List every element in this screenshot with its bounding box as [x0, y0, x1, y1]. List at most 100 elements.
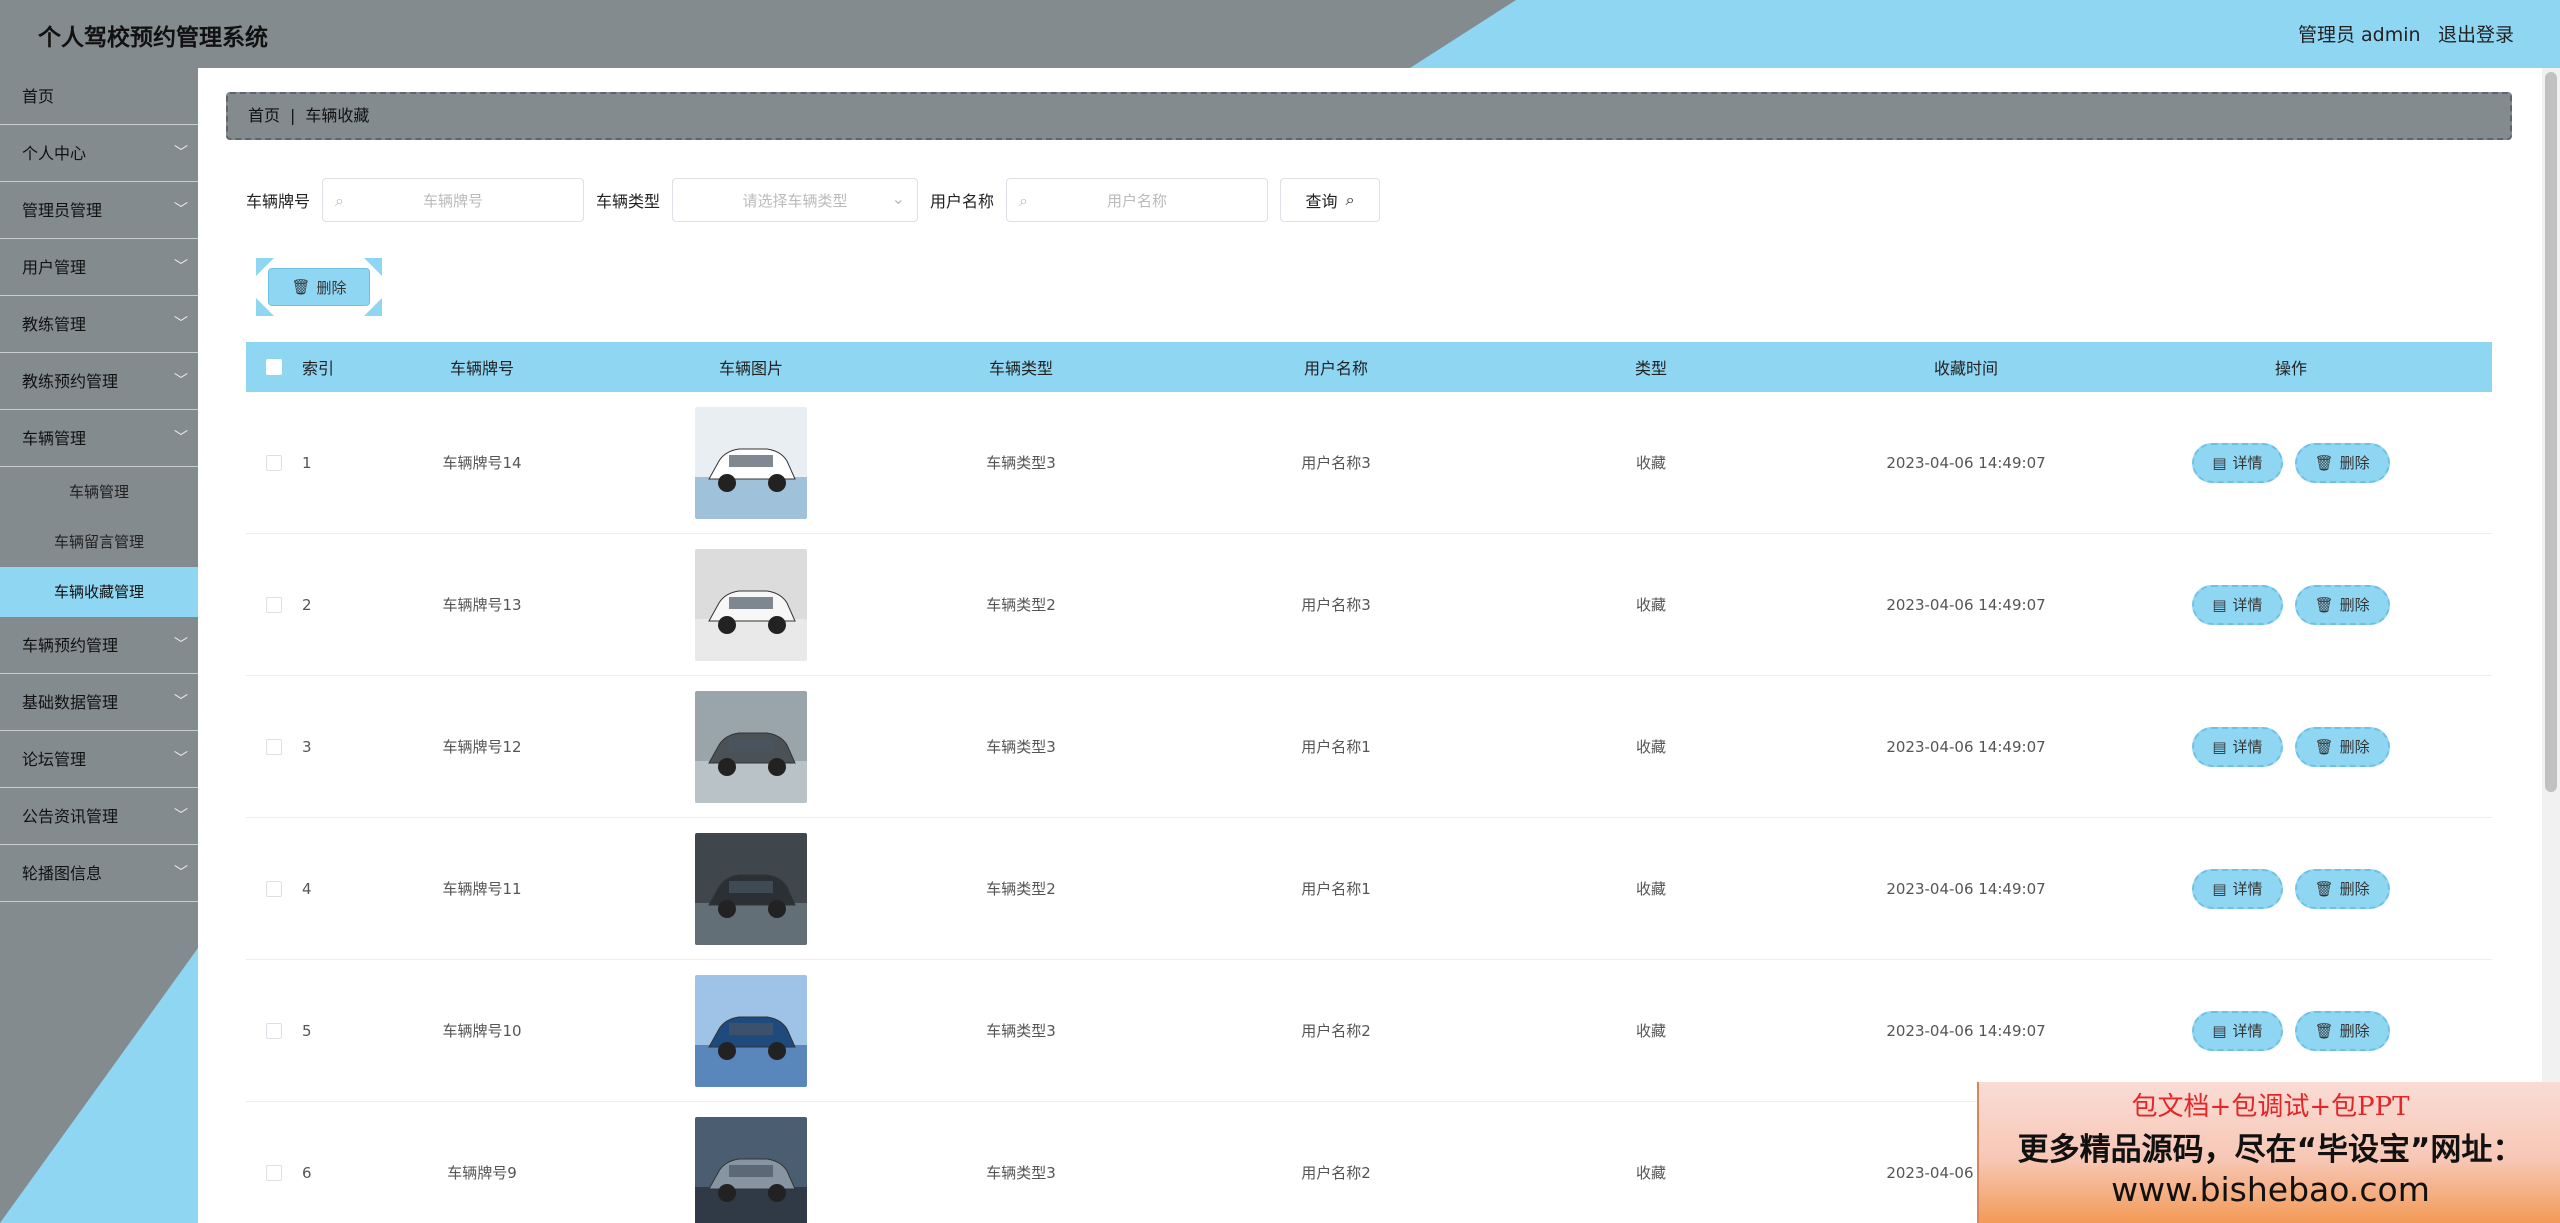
- chevron-down-icon: ﹀: [174, 316, 188, 332]
- row-checkbox[interactable]: [266, 1022, 282, 1039]
- type-select[interactable]: 请选择车辆类型 ⌄: [672, 178, 919, 222]
- row-checkbox[interactable]: [266, 454, 282, 471]
- chevron-down-icon: ﹀: [174, 373, 188, 389]
- trash-icon: 🗑: [291, 278, 311, 296]
- row-user: 用户名称3: [1301, 454, 1371, 472]
- delete-button[interactable]: 🗑删除: [2294, 1010, 2390, 1051]
- query-button[interactable]: 查询 ⌕: [1280, 178, 1381, 222]
- row-kind: 收藏: [1635, 1164, 1666, 1182]
- trash-icon: 🗑: [2314, 453, 2334, 472]
- sidebar-item-3[interactable]: 用户管理 ﹀: [0, 239, 198, 296]
- row-type: 车辆类型3: [986, 1164, 1056, 1182]
- col-kind: 类型: [1634, 359, 1667, 378]
- row-plate: 车辆牌号11: [442, 880, 522, 898]
- logout-link[interactable]: 退出登录: [2438, 20, 2514, 47]
- promo-line-2: 更多精品源码，尽在“毕设宝”网址：: [2017, 1132, 2524, 1168]
- row-time: 2023-04-06 14:49:07: [1886, 453, 2046, 472]
- car-thumbnail[interactable]: [695, 548, 807, 661]
- row-kind: 收藏: [1635, 596, 1666, 614]
- breadcrumb-home[interactable]: 首页: [248, 106, 280, 125]
- sidebar-subitem-1[interactable]: 车辆留言管理: [0, 517, 198, 567]
- sidebar-item-after-0[interactable]: 车辆预约管理 ﹀: [0, 617, 198, 674]
- row-kind: 收藏: [1635, 738, 1666, 756]
- row-plate: 车辆牌号10: [442, 1022, 522, 1040]
- sidebar-subitem-0[interactable]: 车辆管理: [0, 467, 198, 517]
- car-thumbnail[interactable]: [695, 1116, 807, 1223]
- row-plate: 车辆牌号9: [447, 1164, 517, 1182]
- table-header: 索引 车辆牌号 车辆图片 车辆类型 用户名称 类型 收藏时间 操作: [246, 342, 2492, 392]
- car-thumbnail[interactable]: [695, 832, 807, 945]
- sidebar-item-after-3[interactable]: 公告资讯管理 ﹀: [0, 788, 198, 845]
- document-icon: ▤: [2212, 453, 2227, 472]
- user-search-input[interactable]: ⌕ 用户名称: [1006, 178, 1269, 222]
- chevron-down-icon: ﹀: [174, 202, 188, 218]
- sidebar-item-after-2[interactable]: 论坛管理 ﹀: [0, 731, 198, 788]
- row-user: 用户名称2: [1301, 1164, 1371, 1182]
- row-time: 2023-04-06 14:49:07: [1886, 1021, 2046, 1040]
- sidebar-subitem-2[interactable]: 车辆收藏管理: [0, 567, 198, 617]
- batch-delete-button[interactable]: 🗑 删除: [268, 268, 370, 306]
- sidebar-item-5[interactable]: 教练预约管理 ﹀: [0, 353, 198, 410]
- detail-button[interactable]: ▤详情: [2192, 1010, 2283, 1051]
- delete-button[interactable]: 🗑删除: [2294, 868, 2390, 909]
- detail-button[interactable]: ▤详情: [2192, 584, 2283, 625]
- sidebar-item-after-4[interactable]: 轮播图信息 ﹀: [0, 845, 198, 902]
- sidebar-decoration: [0, 948, 198, 1223]
- sidebar-item-6[interactable]: 车辆管理 ﹀: [0, 410, 198, 467]
- car-thumbnail[interactable]: [695, 974, 807, 1087]
- row-index: 5: [302, 1021, 312, 1040]
- chevron-down-icon: ﹀: [174, 694, 188, 710]
- row-kind: 收藏: [1635, 880, 1666, 898]
- table-row: 5 车辆牌号10 车辆类型3 用户名称2 收藏 2023-04-06 14:49:07 ▤ 详…: [246, 960, 2492, 1102]
- chevron-down-icon: ﹀: [174, 751, 188, 767]
- row-index: 1: [302, 453, 312, 472]
- row-type: 车辆类型2: [986, 880, 1056, 898]
- sidebar-item-1[interactable]: 个人中心 ﹀: [0, 125, 198, 182]
- document-icon: ▤: [2212, 737, 2227, 756]
- col-plate: 车辆牌号: [449, 359, 514, 378]
- search-filters: 车辆牌号 ⌕ 车辆牌号 车辆类型 请选择车辆类型 ⌄ 用户名称 ⌕ 用户名称 查…: [246, 178, 1381, 222]
- scrollbar-thumb[interactable]: [2545, 72, 2557, 792]
- sidebar-item-4[interactable]: 教练管理 ﹀: [0, 296, 198, 353]
- promo-line-1: 包文档+包调试+包PPT: [2131, 1092, 2410, 1122]
- row-checkbox[interactable]: [266, 596, 282, 613]
- delete-button[interactable]: 🗑删除: [2294, 584, 2390, 625]
- sidebar-item-2[interactable]: 管理员管理 ﹀: [0, 182, 198, 239]
- col-index: 索引: [302, 359, 335, 378]
- plate-search-input[interactable]: ⌕ 车辆牌号: [322, 178, 585, 222]
- delete-button[interactable]: 🗑删除: [2294, 442, 2390, 483]
- user-label: 用户名称: [930, 192, 995, 211]
- col-actions: 操作: [2274, 359, 2307, 378]
- row-type: 车辆类型3: [986, 454, 1056, 472]
- row-checkbox[interactable]: [266, 880, 282, 897]
- current-user: 管理员 admin: [2298, 24, 2421, 46]
- row-user: 用户名称3: [1301, 596, 1371, 614]
- select-all-checkbox[interactable]: [266, 359, 282, 375]
- car-thumbnail[interactable]: [695, 406, 807, 519]
- row-time: 2023-04-06 14:49:07: [1886, 737, 2046, 756]
- row-user: 用户名称1: [1301, 738, 1371, 756]
- type-label: 车辆类型: [596, 192, 661, 211]
- row-checkbox[interactable]: [266, 1164, 282, 1181]
- document-icon: ▤: [2212, 1021, 2227, 1040]
- sidebar-item-after-1[interactable]: 基础数据管理 ﹀: [0, 674, 198, 731]
- chevron-down-icon: ﹀: [174, 430, 188, 446]
- promo-banner: 包文档+包调试+包PPT 更多精品源码，尽在“毕设宝”网址： www.bishe…: [1977, 1082, 2560, 1223]
- page-scrollbar[interactable]: [2542, 68, 2560, 1223]
- car-thumbnail[interactable]: [695, 690, 807, 803]
- trash-icon: 🗑: [2314, 595, 2334, 614]
- row-index: 3: [302, 737, 312, 756]
- detail-button[interactable]: ▤详情: [2192, 726, 2283, 767]
- sidebar-item-0[interactable]: 首页: [0, 68, 198, 125]
- row-checkbox[interactable]: [266, 738, 282, 755]
- row-plate: 车辆牌号13: [442, 596, 522, 614]
- col-time: 收藏时间: [1933, 359, 1998, 378]
- detail-button[interactable]: ▤详情: [2192, 868, 2283, 909]
- detail-button[interactable]: ▤详情: [2192, 442, 2283, 483]
- row-kind: 收藏: [1635, 454, 1666, 472]
- row-index: 6: [302, 1163, 312, 1182]
- delete-button[interactable]: 🗑删除: [2294, 726, 2390, 767]
- main-content: 首页 | 车辆收藏 车辆牌号 ⌕ 车辆牌号 车辆类型 请选择车辆类型 ⌄ 用户名称 …: [198, 68, 2560, 1223]
- breadcrumb: 首页 | 车辆收藏: [226, 92, 2512, 140]
- search-icon: ⌕: [335, 191, 344, 210]
